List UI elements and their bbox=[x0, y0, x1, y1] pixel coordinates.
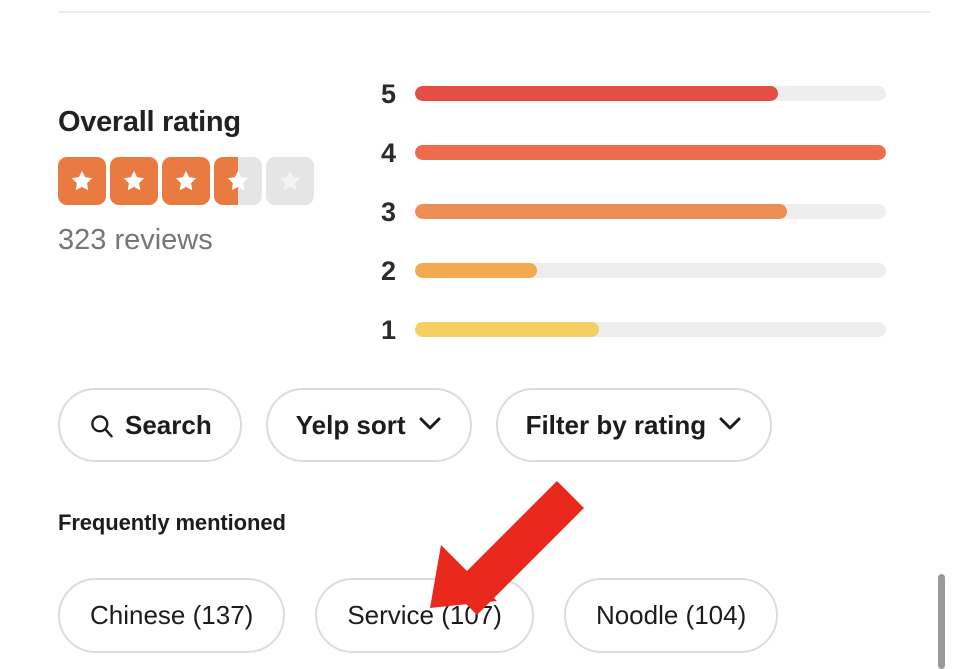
histogram-fill-3 bbox=[415, 204, 788, 219]
histogram-fill-4 bbox=[415, 145, 886, 160]
frequently-mentioned-chips: Chinese (137) Service (107) Noodle (104) bbox=[58, 578, 779, 653]
rating-histogram: 5 4 3 2 1 bbox=[381, 64, 906, 359]
search-icon bbox=[88, 412, 115, 439]
star-icon-half bbox=[214, 157, 262, 205]
chip-service[interactable]: Service (107) bbox=[315, 578, 534, 653]
histogram-label-4: 4 bbox=[381, 137, 397, 168]
chip-noodle[interactable]: Noodle (104) bbox=[563, 578, 779, 653]
section-divider bbox=[58, 11, 930, 13]
histogram-track-3 bbox=[415, 204, 886, 219]
scrollbar-track[interactable] bbox=[938, 0, 955, 669]
histogram-row-1[interactable]: 1 bbox=[381, 300, 906, 359]
star-icon-empty bbox=[266, 157, 314, 205]
histogram-label-2: 2 bbox=[381, 255, 397, 286]
page-title: Overall rating bbox=[58, 106, 241, 138]
yelp-sort-label: Yelp sort bbox=[295, 409, 406, 440]
frequently-mentioned-heading: Frequently mentioned bbox=[58, 510, 286, 535]
review-controls: Search Yelp sort Filter by rating bbox=[58, 388, 773, 462]
histogram-label-5: 5 bbox=[381, 78, 397, 109]
histogram-track-5 bbox=[415, 86, 886, 101]
chip-chinese[interactable]: Chinese (137) bbox=[58, 578, 286, 653]
review-count-label: 323 reviews bbox=[58, 224, 213, 256]
histogram-label-3: 3 bbox=[381, 196, 397, 227]
yelp-sort-dropdown[interactable]: Yelp sort bbox=[265, 388, 472, 462]
star-icon bbox=[110, 157, 158, 205]
scrollbar-thumb[interactable] bbox=[938, 574, 945, 669]
search-button-label: Search bbox=[125, 409, 212, 440]
histogram-track-2 bbox=[415, 263, 886, 278]
histogram-row-5[interactable]: 5 bbox=[381, 64, 906, 123]
histogram-row-3[interactable]: 3 bbox=[381, 182, 906, 241]
histogram-fill-1 bbox=[415, 322, 599, 337]
histogram-track-1 bbox=[415, 322, 886, 337]
star-rating bbox=[58, 157, 358, 205]
histogram-fill-5 bbox=[415, 86, 778, 101]
chevron-down-icon bbox=[418, 416, 442, 435]
histogram-track-4 bbox=[415, 145, 886, 160]
star-icon bbox=[162, 157, 210, 205]
search-button[interactable]: Search bbox=[58, 388, 242, 462]
histogram-row-4[interactable]: 4 bbox=[381, 123, 906, 182]
chip-label: Service (107) bbox=[347, 600, 502, 630]
overall-rating-summary: Overall rating 323 reviews bbox=[58, 104, 358, 257]
histogram-label-1: 1 bbox=[381, 314, 397, 345]
reviews-summary-page: Overall rating 323 reviews 5 4 3 2 1 Sea… bbox=[0, 0, 960, 669]
histogram-row-2[interactable]: 2 bbox=[381, 241, 906, 300]
filter-by-rating-label: Filter by rating bbox=[525, 409, 707, 440]
chip-label: Chinese (137) bbox=[90, 600, 254, 630]
filter-by-rating-dropdown[interactable]: Filter by rating bbox=[495, 388, 773, 462]
chevron-down-icon bbox=[718, 416, 742, 435]
chip-label: Noodle (104) bbox=[595, 600, 747, 630]
star-icon bbox=[58, 157, 106, 205]
histogram-fill-2 bbox=[415, 263, 538, 278]
